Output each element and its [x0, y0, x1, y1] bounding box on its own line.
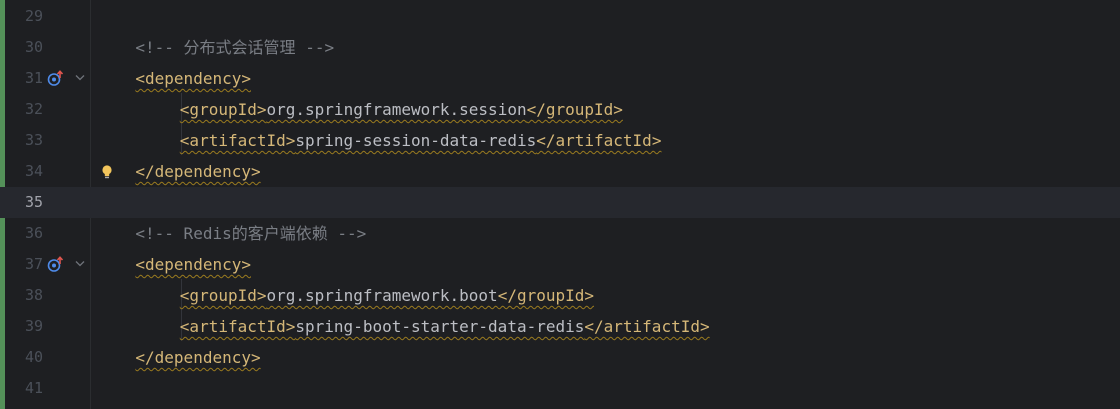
- xml-tag-close: </groupId>: [497, 286, 595, 305]
- code-line[interactable]: 39 <artifactId>spring-boot-starter-data-r…: [0, 311, 1120, 342]
- code-text: <!-- 分布式会话管理 -->: [135, 38, 334, 57]
- code-content[interactable]: <artifactId>spring-boot-starter-data-red…: [91, 311, 710, 342]
- code-text: </dependency>: [135, 162, 260, 181]
- code-line[interactable]: 33 <artifactId>spring-session-data-redis<…: [0, 125, 1120, 156]
- fold-arrow-icon[interactable]: [75, 74, 85, 82]
- code-content[interactable]: <!-- Redis的客户端依赖 -->: [91, 218, 366, 249]
- line-number[interactable]: 36: [5, 218, 43, 249]
- code-line[interactable]: 36 <!-- Redis的客户端依赖 -->: [0, 218, 1120, 249]
- gutter-icons: [47, 1, 89, 32]
- xml-comment: <!-- 分布式会话管理 -->: [135, 38, 335, 57]
- gutter-icons: [47, 63, 89, 94]
- code-content[interactable]: <!-- 分布式会话管理 -->: [91, 32, 334, 63]
- gutter-icons: [47, 94, 89, 125]
- xml-tag-open: </dependency>: [135, 162, 261, 181]
- code-text: <artifactId>spring-session-data-redis</a…: [180, 131, 662, 150]
- xml-tag-open: <groupId>: [179, 286, 267, 305]
- gutter-icons: [47, 125, 89, 156]
- xml-text: spring-boot-starter-data-redis: [295, 317, 585, 336]
- xml-tag-open: <artifactId>: [179, 317, 296, 336]
- code-content[interactable]: </dependency>: [91, 156, 260, 187]
- code-text: <groupId>org.springframework.session</gr…: [180, 100, 623, 119]
- code-content[interactable]: </dependency>: [91, 342, 260, 373]
- line-number[interactable]: 31: [5, 63, 43, 94]
- code-line[interactable]: 37 <dependency>: [0, 249, 1120, 280]
- line-number[interactable]: 30: [5, 32, 43, 63]
- code-line[interactable]: 31 <dependency>: [0, 63, 1120, 94]
- gutter-icons: [47, 311, 89, 342]
- implemented-icon[interactable]: [47, 256, 64, 273]
- code-text: <dependency>: [135, 69, 251, 88]
- xml-tag-open: </dependency>: [135, 348, 261, 367]
- code-line[interactable]: 34 </dependency>: [0, 156, 1120, 187]
- gutter-icons: [47, 280, 89, 311]
- gutter-icons: [47, 249, 89, 280]
- xml-tag-close: </artifactId>: [584, 317, 710, 336]
- code-text: <dependency>: [135, 255, 251, 274]
- code-line[interactable]: 40 </dependency>: [0, 342, 1120, 373]
- line-number[interactable]: 40: [5, 342, 43, 373]
- line-number[interactable]: 35: [5, 187, 43, 218]
- code-line[interactable]: 38 <groupId>org.springframework.boot</gro…: [0, 280, 1120, 311]
- xml-tag-open: <dependency>: [135, 255, 251, 274]
- xml-text: org.springframework.boot: [266, 286, 498, 305]
- code-editor[interactable]: 29 30 <!-- 分布式会话管理 --> 31 <dependency> 32 <gro…: [0, 0, 1120, 409]
- xml-tag-close: </artifactId>: [536, 131, 662, 150]
- gutter-icons: [47, 187, 89, 218]
- code-line[interactable]: 32 <groupId>org.springframework.session</…: [0, 94, 1120, 125]
- code-line[interactable]: 30 <!-- 分布式会话管理 -->: [0, 32, 1120, 63]
- gutter-icons: [47, 32, 89, 63]
- gutter-icons: [47, 373, 89, 404]
- gutter-icons: [47, 342, 89, 373]
- code-content[interactable]: <artifactId>spring-session-data-redis</a…: [91, 125, 662, 156]
- line-number[interactable]: 29: [5, 1, 43, 32]
- code-text: <groupId>org.springframework.boot</group…: [180, 286, 594, 305]
- xml-text: org.springframework.session: [266, 100, 527, 119]
- xml-tag-open: <artifactId>: [179, 131, 296, 150]
- code-line[interactable]: 29: [0, 1, 1120, 32]
- code-content[interactable]: <groupId>org.springframework.boot</group…: [91, 280, 594, 311]
- implemented-icon[interactable]: [47, 70, 64, 87]
- code-content[interactable]: <dependency>: [91, 63, 251, 94]
- xml-text: spring-session-data-redis: [295, 131, 537, 150]
- line-number[interactable]: 37: [5, 249, 43, 280]
- xml-tag-open: <groupId>: [179, 100, 267, 119]
- xml-tag-open: <dependency>: [135, 69, 251, 88]
- line-number[interactable]: 34: [5, 156, 43, 187]
- code-line[interactable]: 41: [0, 373, 1120, 404]
- line-number[interactable]: 32: [5, 94, 43, 125]
- code-text: </dependency>: [135, 348, 260, 367]
- line-number[interactable]: 41: [5, 373, 43, 404]
- xml-tag-close: </groupId>: [526, 100, 623, 119]
- code-content[interactable]: <groupId>org.springframework.session</gr…: [91, 94, 623, 125]
- gutter-icons: [47, 156, 112, 187]
- code-line[interactable]: 35: [0, 187, 1120, 218]
- line-number[interactable]: 39: [5, 311, 43, 342]
- code-text: <!-- Redis的客户端依赖 -->: [135, 224, 366, 243]
- gutter-icons: [47, 218, 89, 249]
- xml-comment: <!-- Redis的客户端依赖 -->: [135, 224, 367, 243]
- line-number[interactable]: 33: [5, 125, 43, 156]
- code-text: <artifactId>spring-boot-starter-data-red…: [180, 317, 710, 336]
- line-number[interactable]: 38: [5, 280, 43, 311]
- fold-arrow-icon[interactable]: [75, 260, 85, 268]
- code-content[interactable]: <dependency>: [91, 249, 251, 280]
